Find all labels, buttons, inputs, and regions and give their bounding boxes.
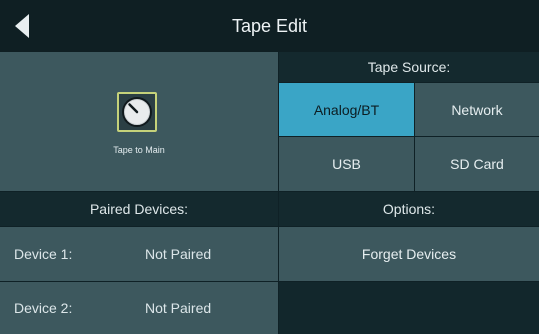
device-row-2: Device 2: Not Paired (0, 282, 278, 334)
empty-panel (279, 282, 539, 334)
triangle-left-icon (15, 14, 29, 38)
source-sd-card-button[interactable]: SD Card (415, 137, 539, 191)
source-network-button[interactable]: Network (415, 83, 539, 136)
device-1-label: Device 1: (14, 246, 73, 262)
device-1-status: Not Paired (145, 246, 212, 262)
forget-devices-button[interactable]: Forget Devices (279, 227, 539, 281)
paired-devices-header: Paired Devices: (0, 192, 278, 226)
tape-to-main-panel: Tape to Main (0, 52, 278, 191)
knob-icon (122, 97, 152, 127)
knob-label: Tape to Main (113, 145, 165, 155)
tape-source-header: Tape Source: (279, 52, 539, 82)
page-title: Tape Edit (231, 16, 308, 36)
device-2-label: Device 2: (14, 300, 73, 316)
tape-to-main-knob[interactable] (117, 92, 157, 132)
source-analog-bt-button[interactable]: Analog/BT (279, 83, 414, 136)
title-bar: Tape Edit (0, 0, 539, 52)
options-header: Options: (279, 192, 539, 226)
device-2-status: Not Paired (145, 300, 212, 316)
back-button[interactable] (0, 0, 52, 52)
tape-edit-screen: Tape Edit Tape to Main Tape Source: Anal… (0, 0, 539, 334)
device-row-1: Device 1: Not Paired (0, 227, 278, 281)
source-usb-button[interactable]: USB (279, 137, 414, 191)
